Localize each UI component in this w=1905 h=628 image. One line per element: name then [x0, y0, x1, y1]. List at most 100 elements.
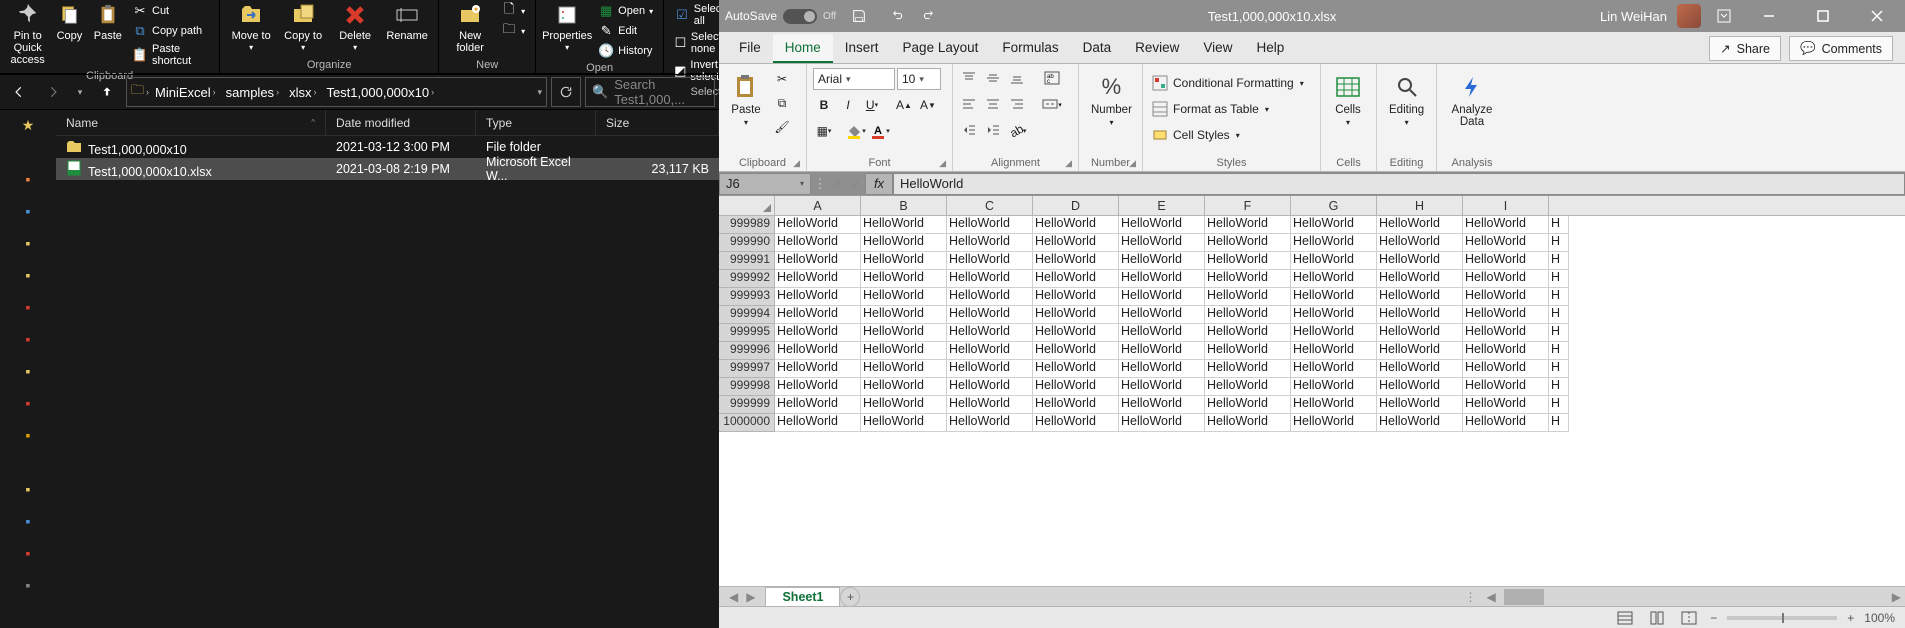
col-header-F[interactable]: F	[1205, 196, 1291, 215]
grid-cell[interactable]: H	[1549, 234, 1569, 252]
cut-mini-button[interactable]: ✂	[771, 68, 793, 90]
user-avatar[interactable]	[1677, 4, 1701, 28]
share-button[interactable]: ↗Share	[1709, 36, 1781, 61]
qat-undo-button[interactable]	[882, 3, 908, 29]
col-date[interactable]: Date modified	[326, 110, 476, 135]
grid-cell[interactable]: HelloWorld	[1033, 234, 1119, 252]
grid-cell[interactable]: HelloWorld	[775, 324, 861, 342]
grid-cell[interactable]: HelloWorld	[861, 414, 947, 432]
tree-item-10[interactable]: ▪	[19, 480, 37, 498]
open-button[interactable]: ▦Open▾	[594, 2, 657, 20]
sheet-next-button[interactable]: ▶	[746, 590, 755, 604]
grid-cell[interactable]: HelloWorld	[1033, 306, 1119, 324]
grid-cell[interactable]: HelloWorld	[1205, 378, 1291, 396]
increase-indent-button[interactable]	[983, 120, 1005, 142]
grid-cell[interactable]: H	[1549, 216, 1569, 234]
cell-styles-button[interactable]: Cell Styles▾	[1149, 124, 1306, 146]
grid-cell[interactable]: HelloWorld	[1205, 360, 1291, 378]
grid-cell[interactable]: HelloWorld	[1033, 216, 1119, 234]
hscroll-left-button[interactable]: ◀	[1483, 590, 1500, 604]
tree-item-7[interactable]: ▪	[19, 362, 37, 380]
decrease-font-button[interactable]: A▼	[917, 94, 939, 116]
grid-cell[interactable]: HelloWorld	[1377, 270, 1463, 288]
grid-cell[interactable]: HelloWorld	[1377, 396, 1463, 414]
cells-button[interactable]: Cells▾	[1327, 68, 1369, 131]
grid-cell[interactable]: HelloWorld	[775, 414, 861, 432]
ribbon-display-button[interactable]	[1711, 3, 1737, 29]
grid-cell[interactable]: HelloWorld	[1205, 396, 1291, 414]
col-header-I[interactable]: I	[1463, 196, 1549, 215]
tree-item-5[interactable]: ▪	[19, 298, 37, 316]
grid-cell[interactable]: HelloWorld	[1463, 270, 1549, 288]
align-left-button[interactable]	[959, 94, 981, 116]
grid-cell[interactable]: HelloWorld	[1291, 396, 1377, 414]
grid-cell[interactable]: HelloWorld	[775, 270, 861, 288]
grid-cell[interactable]: HelloWorld	[1205, 234, 1291, 252]
col-header-C[interactable]: C	[947, 196, 1033, 215]
col-header-B[interactable]: B	[861, 196, 947, 215]
grid-cell[interactable]: HelloWorld	[1119, 396, 1205, 414]
grid-cell[interactable]: HelloWorld	[1119, 234, 1205, 252]
grid-cell[interactable]: HelloWorld	[775, 306, 861, 324]
easy-access-button[interactable]: 🗀▾	[497, 22, 529, 40]
grid-cell[interactable]: HelloWorld	[1033, 414, 1119, 432]
grid-cell[interactable]: HelloWorld	[775, 216, 861, 234]
grid-cell[interactable]: HelloWorld	[1463, 324, 1549, 342]
grid-cell[interactable]: HelloWorld	[1463, 234, 1549, 252]
grid-cell[interactable]: HelloWorld	[1291, 270, 1377, 288]
nav-forward-button[interactable]	[38, 77, 68, 107]
new-folder-button[interactable]: ✦ New folder	[445, 2, 495, 54]
grid-cell[interactable]: HelloWorld	[947, 288, 1033, 306]
grid-cell[interactable]: HelloWorld	[861, 216, 947, 234]
grid-cell[interactable]: HelloWorld	[1033, 378, 1119, 396]
crumb-1[interactable]: samples ›	[222, 85, 283, 100]
grid-cell[interactable]: HelloWorld	[775, 252, 861, 270]
col-header-D[interactable]: D	[1033, 196, 1119, 215]
col-name[interactable]: Name^	[56, 110, 326, 135]
tree-item-13[interactable]: ▪	[19, 576, 37, 594]
fx-enter-button[interactable]: ✓	[847, 173, 865, 195]
grid-cell[interactable]: HelloWorld	[1377, 216, 1463, 234]
grid-cell[interactable]: HelloWorld	[1033, 252, 1119, 270]
align-center-button[interactable]	[983, 94, 1005, 116]
grid-cell[interactable]: HelloWorld	[1205, 252, 1291, 270]
name-box[interactable]: J6▾	[719, 173, 811, 195]
grid-cell[interactable]: H	[1549, 360, 1569, 378]
grid-cell[interactable]: HelloWorld	[861, 324, 947, 342]
grid-cell[interactable]: HelloWorld	[1291, 216, 1377, 234]
row-header[interactable]: 999994	[719, 306, 775, 324]
grid-cell[interactable]: HelloWorld	[1033, 270, 1119, 288]
row-header[interactable]: 999996	[719, 342, 775, 360]
hscroll-thumb[interactable]	[1504, 589, 1544, 605]
grid-cell[interactable]: HelloWorld	[947, 324, 1033, 342]
tree-item-8[interactable]: ▪	[19, 394, 37, 412]
grid-cell[interactable]: HelloWorld	[1033, 360, 1119, 378]
grid-cell[interactable]: HelloWorld	[1377, 252, 1463, 270]
col-header-G[interactable]: G	[1291, 196, 1377, 215]
crumb-3[interactable]: Test1,000,000x10 ›	[322, 85, 438, 100]
select-all-corner[interactable]	[719, 196, 775, 215]
orientation-button[interactable]: ab▾	[1007, 120, 1029, 142]
tab-insert[interactable]: Insert	[833, 34, 891, 63]
grid-cell[interactable]: HelloWorld	[775, 234, 861, 252]
file-row[interactable]: Test1,000,000x102021-03-12 3:00 PMFile f…	[56, 136, 719, 158]
grid-cell[interactable]: HelloWorld	[861, 306, 947, 324]
fx-button[interactable]: fx	[865, 173, 893, 195]
copy-to-button[interactable]: Copy to▾	[278, 2, 328, 53]
grid-cell[interactable]: HelloWorld	[1119, 324, 1205, 342]
format-painter-button[interactable]: 🖌	[771, 116, 793, 138]
qat-save-button[interactable]	[846, 3, 872, 29]
col-header-H[interactable]: H	[1377, 196, 1463, 215]
grid-cell[interactable]: H	[1549, 396, 1569, 414]
copy-button[interactable]: Copy	[51, 2, 87, 42]
tab-home[interactable]: Home	[773, 34, 833, 63]
grid-cell[interactable]: H	[1549, 252, 1569, 270]
align-bottom-button[interactable]	[1007, 68, 1029, 90]
grid-cell[interactable]: HelloWorld	[1119, 252, 1205, 270]
grid-cell[interactable]: HelloWorld	[1463, 252, 1549, 270]
tab-review[interactable]: Review	[1123, 34, 1191, 63]
row-header[interactable]: 999991	[719, 252, 775, 270]
grid-cell[interactable]: HelloWorld	[1033, 288, 1119, 306]
grid-cell[interactable]: HelloWorld	[1291, 360, 1377, 378]
grid-cell[interactable]: HelloWorld	[947, 234, 1033, 252]
